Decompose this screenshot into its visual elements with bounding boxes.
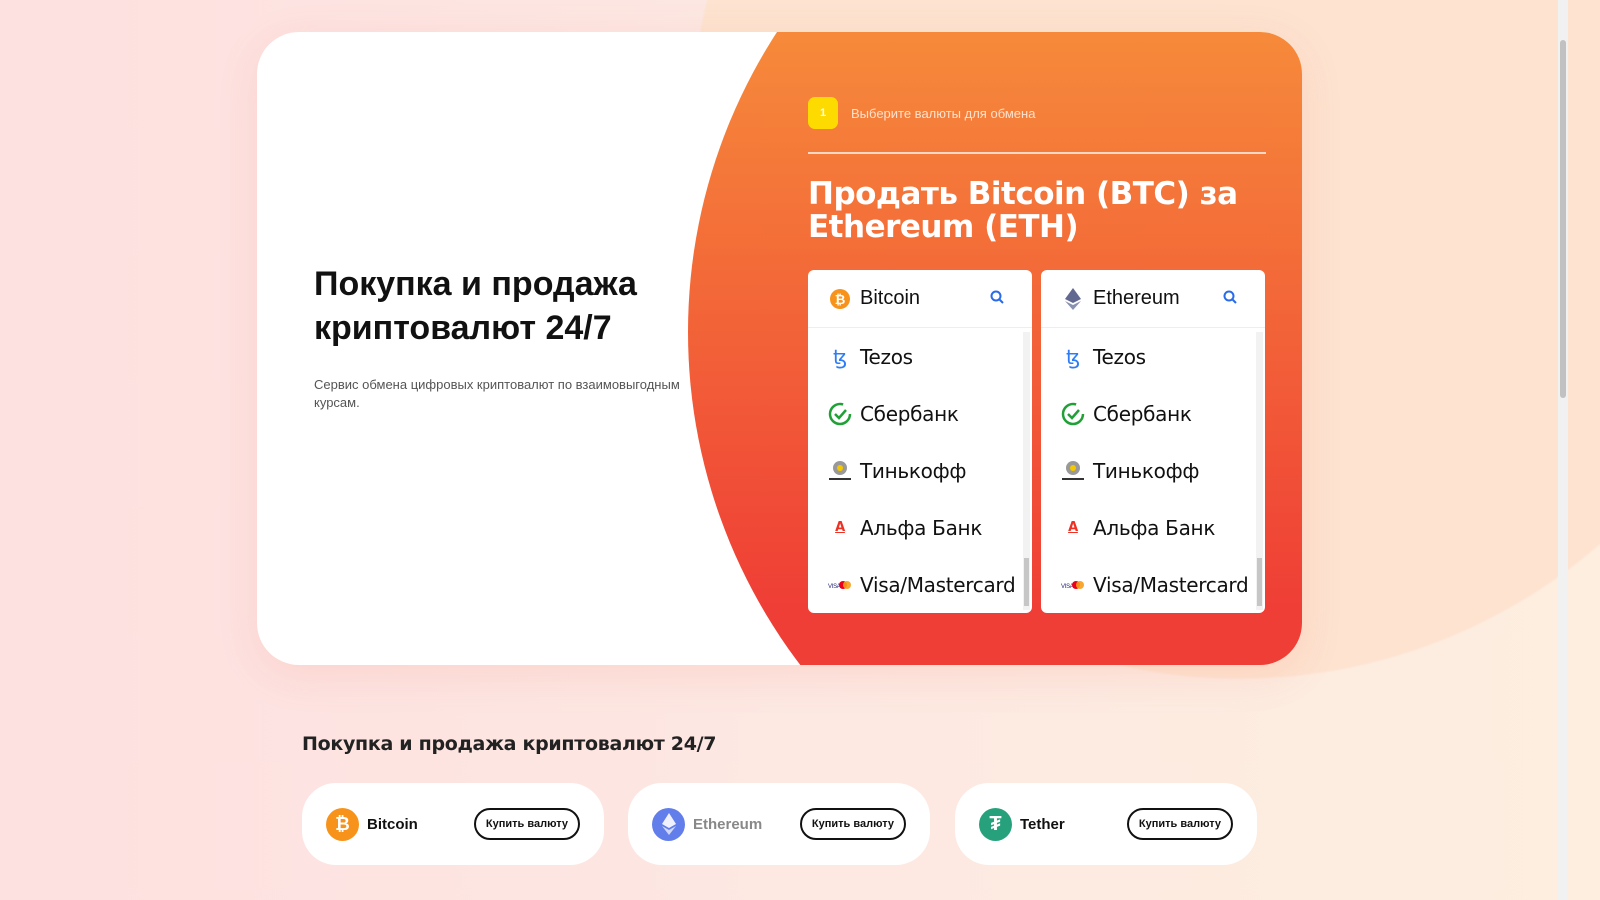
visa-mastercard-icon: VISA [828,573,852,597]
svg-text:VISA: VISA [828,584,841,590]
step-number: 1 [808,97,838,129]
svg-text:₿: ₿ [835,292,846,307]
tinkoff-icon [828,459,852,483]
tether-icon: ₮ [979,807,1012,841]
visa-mastercard-icon: VISA [1061,573,1085,597]
hero-subtitle: Сервис обмена цифровых криптовалют по вз… [314,377,680,410]
option-tinkoff[interactable]: Тинькофф [808,442,1032,499]
from-selected[interactable]: ₿ Bitcoin [808,270,1032,328]
search-icon[interactable] [1223,290,1237,307]
buy-bitcoin-button[interactable]: Купить валюту [473,808,580,840]
tezos-icon: ꜩ [1066,344,1080,369]
option-visa-mastercard[interactable]: VISA Visa/Mastercard [1041,556,1265,613]
to-currency-select[interactable]: Ethereum ꜩ Tezos Сбербанк Тинькофф A Альфа… [1041,270,1265,613]
buy-ethereum-button[interactable]: Купить валюту [799,808,906,840]
tinkoff-icon [1061,459,1085,483]
to-selected-label: Ethereum [1093,287,1180,309]
coin-card-bitcoin: ₿ Bitcoin Купить валюту [302,783,604,865]
buy-tether-button[interactable]: Купить валюту [1126,808,1233,840]
ethereum-icon [1063,287,1083,310]
option-alfa-bank[interactable]: A Альфа Банк [808,499,1032,556]
sberbank-icon [1061,402,1085,426]
hero-title: Покупка и продажа криптовалют 24/7 [314,265,637,347]
page-scrollbar[interactable] [1558,0,1568,900]
option-visa-mastercard[interactable]: VISA Visa/Mastercard [808,556,1032,613]
step-indicator: 1 Выберите валюты для обмена [808,97,1035,129]
bitcoin-icon: ₿ [326,807,359,841]
option-tezos[interactable]: ꜩ Tezos [1041,328,1265,385]
hero-card: Покупка и продажа криптовалют 24/7 Серви… [257,32,1302,665]
bitcoin-icon: ₿ [830,288,850,309]
coin-name: Ethereum [693,815,763,833]
ethereum-icon [652,807,685,841]
sberbank-icon [828,402,852,426]
coin-name: Tether [1020,815,1065,833]
coin-card-ethereum: Ethereum Купить валюту [628,783,930,865]
alfa-bank-icon: A [835,520,845,535]
svg-text:VISA: VISA [1061,584,1074,590]
tezos-icon: ꜩ [833,344,847,369]
option-sberbank[interactable]: Сбербанк [1041,385,1265,442]
alfa-bank-icon: A [1068,520,1078,535]
step-text: Выберите валюты для обмена [851,105,1036,121]
exchange-title: Продать Bitcoin (BTC) за Ethereum (ETH) [808,176,1238,245]
section-title: Покупка и продажа криптовалют 24/7 [302,733,717,755]
from-selected-label: Bitcoin [860,287,921,309]
coin-name: Bitcoin [367,815,418,833]
option-sberbank[interactable]: Сбербанк [808,385,1032,442]
option-tezos[interactable]: ꜩ Tezos [808,328,1032,385]
to-selected[interactable]: Ethereum [1041,270,1265,328]
divider [808,152,1266,154]
search-icon[interactable] [990,290,1004,307]
option-tinkoff[interactable]: Тинькофф [1041,442,1265,499]
coin-card-tether: ₮ Tether Купить валюту [955,783,1257,865]
from-currency-select[interactable]: ₿ Bitcoin ꜩ Tezos Сбербанк Тинькофф A Альф… [808,270,1032,613]
scrollbar[interactable] [1023,332,1030,610]
scrollbar[interactable] [1256,332,1263,610]
option-alfa-bank[interactable]: A Альфа Банк [1041,499,1265,556]
